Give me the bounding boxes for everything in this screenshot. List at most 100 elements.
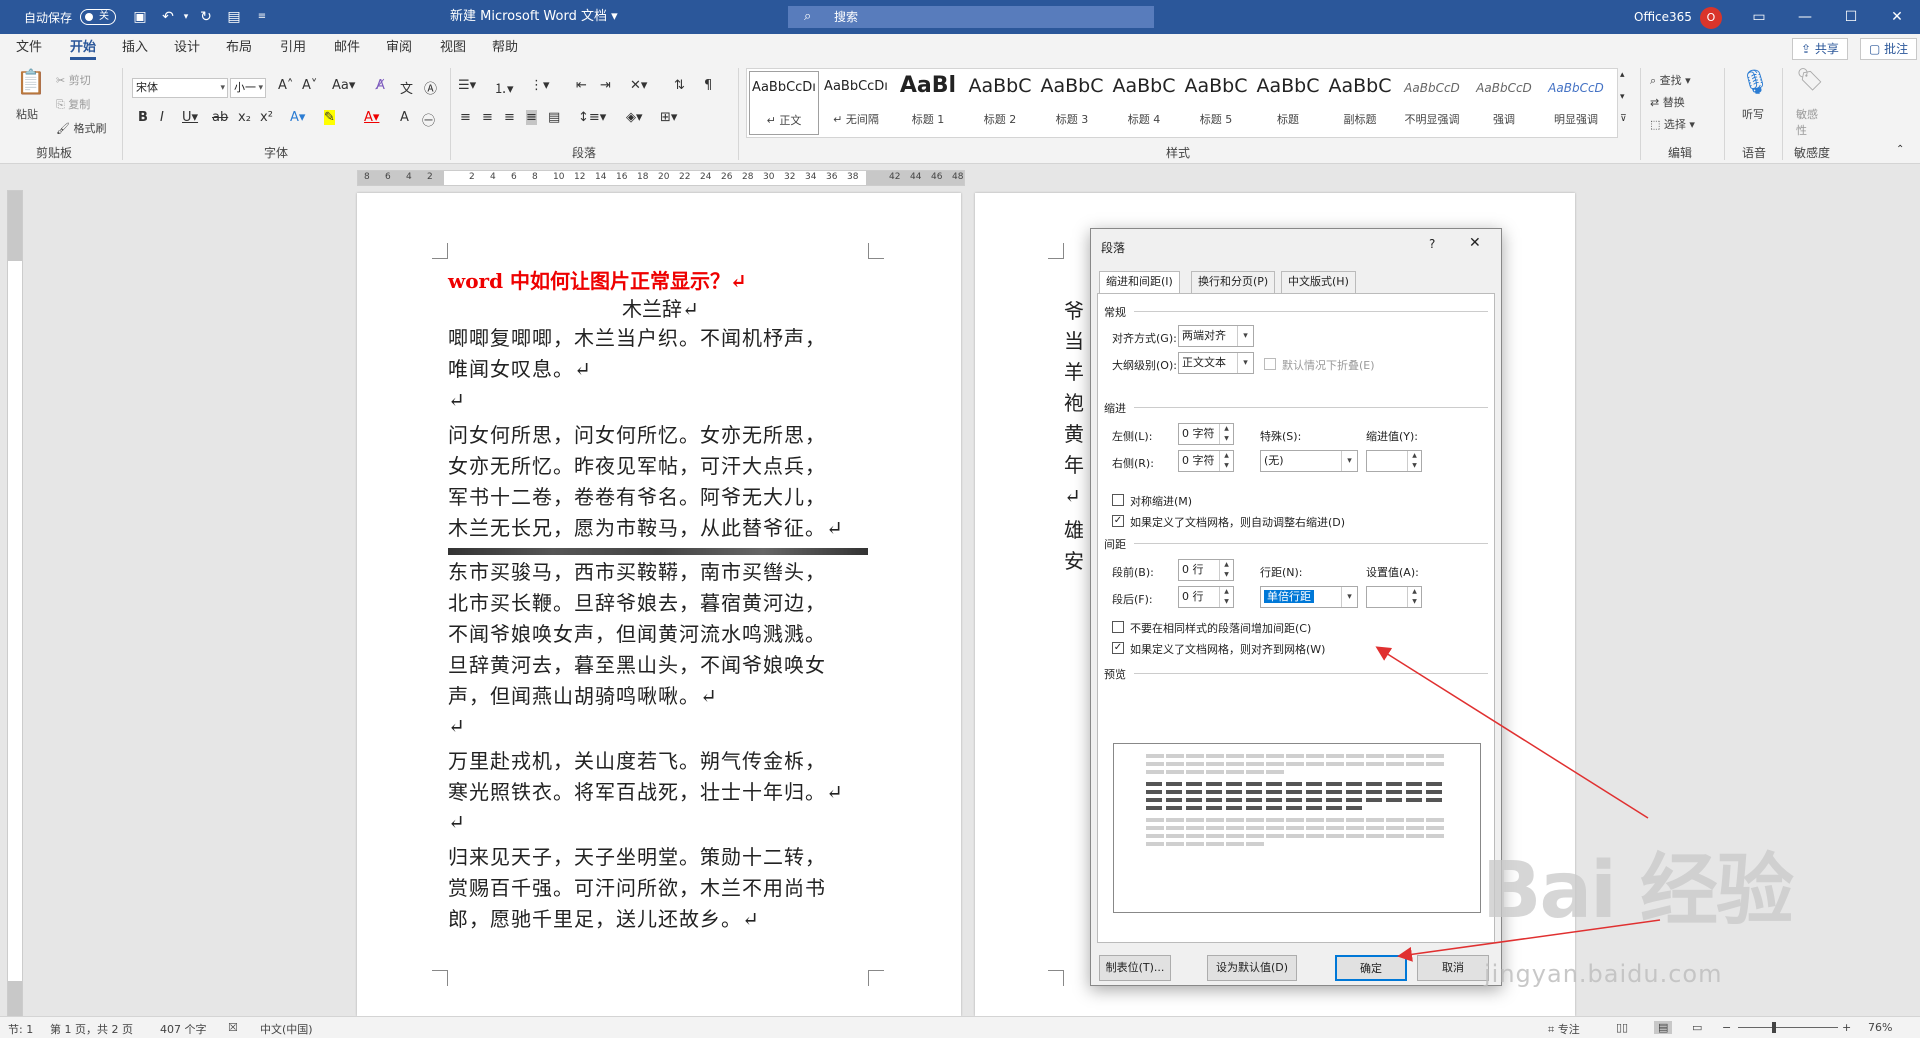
shading-icon[interactable]: ◈▾	[626, 110, 643, 125]
justify-icon[interactable]: ≡	[526, 110, 537, 125]
tab-line-page-breaks[interactable]: 换行和分页(P)	[1191, 271, 1276, 293]
spin-arrows-icon[interactable]: ▲ ▼	[1219, 424, 1233, 444]
spacing-at-stepper[interactable]: ▲ ▼	[1366, 586, 1422, 608]
space-after-stepper[interactable]: 0 行 ▲ ▼	[1178, 586, 1234, 608]
tab-mailings[interactable]: 邮件	[334, 34, 360, 62]
no-space-same-style-checkbox[interactable]	[1112, 621, 1124, 633]
change-case-icon[interactable]: Aa▾	[332, 78, 355, 93]
auto-adjust-checkbox[interactable]: ✓	[1112, 515, 1124, 527]
microphone-icon[interactable]: 🎙	[1740, 68, 1770, 96]
text-line[interactable]: 东市买骏马，西市买鞍鞯，南市买辔头，	[448, 556, 826, 585]
highlight-icon[interactable]: ✎	[324, 110, 335, 125]
zoom-slider-thumb[interactable]	[1772, 1022, 1776, 1033]
poem-title[interactable]: 木兰辞↵	[622, 293, 699, 322]
mirror-indents-checkbox[interactable]	[1112, 494, 1124, 506]
page-2-text[interactable]: 羊	[1064, 356, 1084, 385]
document-title[interactable]: 新建 Microsoft Word 文档 ▾	[450, 0, 618, 34]
multilevel-list-icon[interactable]: ⋮▾	[530, 78, 550, 93]
cut-button[interactable]: ✂ 剪切	[56, 72, 91, 88]
text-line[interactable]: 赏赐百千强。可汗问所欲，木兰不用尚书	[448, 872, 826, 901]
align-center-icon[interactable]: ≡	[482, 110, 493, 125]
document-heading[interactable]: word 中如何让图片正常显示？↵	[448, 265, 747, 294]
page-2-text[interactable]: 袍	[1064, 387, 1084, 416]
phonetic-guide-icon[interactable]: 文	[400, 78, 413, 97]
tab-view[interactable]: 视图	[440, 34, 466, 62]
tab-review[interactable]: 审阅	[386, 34, 412, 62]
avatar[interactable]: O	[1700, 7, 1722, 29]
text-line[interactable]: ↵	[448, 714, 466, 738]
collapse-checkbox[interactable]	[1264, 358, 1276, 370]
text-line[interactable]: 归来见天子，天子坐明堂。策勋十二转，	[448, 841, 826, 870]
ribbon-display-icon[interactable]: ▭	[1736, 0, 1782, 34]
sensitivity-icon[interactable]: 🏷	[1796, 68, 1824, 93]
redo-icon[interactable]: ↻	[198, 9, 214, 25]
text-line[interactable]: 声，但闻燕山胡骑鸣啾啾。↵	[448, 680, 718, 709]
undo-icon[interactable]: ↶	[160, 9, 176, 25]
style-item[interactable]: AaBbCcDı ↵ 无间隔	[821, 71, 891, 135]
style-item[interactable]: AaBbC 标题 2	[965, 71, 1035, 135]
tab-indents-spacing[interactable]: 缩进和间距(I)	[1099, 271, 1180, 294]
bold-icon[interactable]: B	[138, 110, 148, 125]
format-painter-button[interactable]: 🖌 格式刷	[56, 120, 106, 136]
alignment-select[interactable]: 两端对齐 ▾	[1178, 325, 1254, 347]
dictate-label[interactable]: 听写	[1742, 106, 1764, 122]
enclose-characters-icon[interactable]: ㊀	[422, 110, 435, 129]
increase-indent-icon[interactable]: ⇥	[600, 78, 611, 93]
text-line[interactable]: 旦辞黄河去，暮至黑山头，不闻爷娘唤女	[448, 649, 826, 678]
vertical-ruler[interactable]	[7, 190, 23, 1020]
web-layout-icon[interactable]: ▭	[1692, 1021, 1702, 1034]
style-item[interactable]: AaBbCcD 强调	[1469, 71, 1539, 135]
language-indicator[interactable]: 中文(中国)	[260, 1021, 313, 1037]
text-effects-icon[interactable]: A▾	[290, 110, 305, 125]
distributed-icon[interactable]: ▤	[548, 110, 560, 125]
page-2-text[interactable]: 雄	[1064, 514, 1084, 543]
page-2-text[interactable]: 当	[1064, 325, 1084, 354]
left-indent-stepper[interactable]: 0 字符 ▲ ▼	[1178, 423, 1234, 445]
style-item[interactable]: AaBbCcDı ↵ 正文	[749, 71, 819, 135]
text-line[interactable]: 女亦无所忆。昨夜见军帖，可汗大点兵，	[448, 450, 826, 479]
page-indicator[interactable]: 第 1 页，共 2 页	[50, 1021, 133, 1037]
italic-icon[interactable]: I	[160, 110, 164, 125]
spin-arrows-icon[interactable]: ▲ ▼	[1219, 451, 1233, 471]
tab-references[interactable]: 引用	[280, 34, 306, 62]
autosave-toggle[interactable]: 关	[80, 9, 116, 25]
tab-home[interactable]: 开始	[70, 34, 97, 62]
style-item[interactable]: AaBbC 标题 3	[1037, 71, 1107, 135]
page-2-text[interactable]: 安	[1064, 545, 1084, 574]
indent-by-stepper[interactable]: ▲ ▼	[1366, 450, 1422, 472]
text-line[interactable]: 军书十二卷，卷卷有爷名。阿爷无大儿，	[448, 481, 826, 510]
text-line[interactable]: 木兰无长兄，愿为市鞍马，从此替爷征。↵	[448, 512, 844, 541]
select-button[interactable]: ⬚ 选择 ▾	[1650, 116, 1695, 132]
text-line[interactable]: 问女何所思，问女何所忆。女亦无所思，	[448, 419, 826, 448]
line-spacing-select[interactable]: 单倍行距 ▾	[1260, 586, 1358, 608]
paste-icon[interactable]: 📋	[16, 68, 46, 96]
style-item[interactable]: AaBbC 标题	[1253, 71, 1323, 135]
collapse-ribbon-icon[interactable]: ⌃	[1896, 144, 1904, 155]
line-spacing-icon[interactable]: ↕≡▾	[578, 110, 606, 125]
decrease-indent-icon[interactable]: ⇤	[576, 78, 587, 93]
special-indent-select[interactable]: (无) ▾	[1260, 450, 1358, 472]
page-2-text[interactable]: 年	[1064, 449, 1084, 478]
save-icon[interactable]: ▣	[132, 9, 148, 25]
style-item[interactable]: AaBbC 副标题	[1325, 71, 1395, 135]
outline-level-select[interactable]: 正文文本 ▾	[1178, 352, 1254, 374]
read-mode-icon[interactable]: ▯▯	[1616, 1021, 1628, 1034]
text-line[interactable]: ↵	[448, 388, 466, 412]
spin-arrows-icon[interactable]: ▲ ▼	[1219, 560, 1233, 580]
text-line[interactable]: 寒光照铁衣。将军百战死，壮士十年归。↵	[448, 776, 844, 805]
horizontal-ruler[interactable]: 8 6 4 2 2 4 6 8 10 12 14 16 18 20 22 24 26 28 30 32 34 36 38 42…	[357, 170, 965, 186]
asian-layout-icon[interactable]: ✕▾	[630, 78, 647, 93]
touch-mode-icon[interactable]: ▤	[226, 9, 242, 25]
bullets-icon[interactable]: ☰▾	[458, 78, 476, 93]
page-2-text[interactable]: 爷	[1064, 295, 1084, 324]
tab-layout[interactable]: 布局	[226, 34, 252, 62]
search-input[interactable]: ⌕ 搜索	[788, 6, 1154, 28]
superscript-icon[interactable]: x²	[260, 110, 273, 125]
text-line[interactable]: 万里赴戎机，关山度若飞。朔气传金柝，	[448, 745, 826, 774]
gallery-down-icon[interactable]: ▾	[1620, 92, 1625, 102]
space-before-stepper[interactable]: 0 行 ▲ ▼	[1178, 559, 1234, 581]
text-line[interactable]: 唯闻女叹息。↵	[448, 353, 592, 382]
right-indent-stepper[interactable]: 0 字符 ▲ ▼	[1178, 450, 1234, 472]
tab-file[interactable]: 文件	[16, 34, 42, 62]
tab-help[interactable]: 帮助	[492, 34, 518, 62]
